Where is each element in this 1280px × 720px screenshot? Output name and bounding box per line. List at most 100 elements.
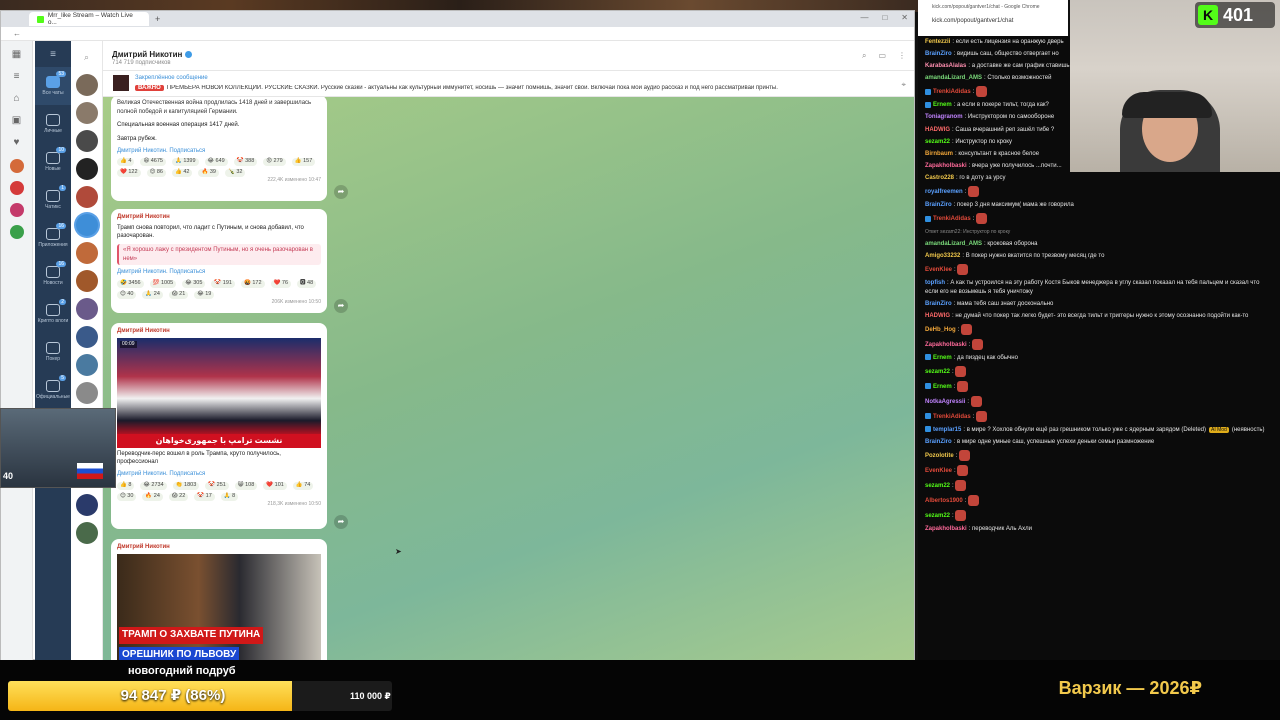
reaction-chip[interactable]: 🙏 1399 [171, 158, 199, 167]
subscribe-link[interactable]: Дмитрий Никотин. Подписаться [117, 268, 321, 277]
post-video-thumbnail[interactable]: ТРАМП О ЗАХВАТЕ ПУТИНА ОРЕШНИК ПО ЛЬВОВУ [117, 553, 321, 671]
chat-username[interactable]: KarabasAlalas [925, 63, 966, 69]
close-icon[interactable]: ✕ [901, 13, 908, 22]
chat-username[interactable]: BrainZiro [925, 439, 952, 445]
folder-item[interactable]: Новые 10 [35, 143, 71, 181]
chat-username[interactable]: Zapakholbaski [925, 342, 967, 348]
menu-icon[interactable]: ≡ [10, 71, 24, 85]
reaction-chip[interactable]: 😊 86 [146, 169, 166, 178]
channel-post[interactable]: Дмитрий Никотин Трамп снова повторил, чт… [111, 209, 327, 313]
reaction-chip[interactable]: 😂 649 [204, 158, 228, 167]
channel-post[interactable]: Великая Отечественная война продлилась 1… [111, 97, 327, 201]
reaction-chip[interactable]: 🔥 39 [198, 169, 219, 178]
reaction-chip[interactable]: 😊 30 [117, 492, 137, 501]
sidebar-toggle-icon[interactable]: ▭ [878, 51, 886, 61]
chat-avatar[interactable] [75, 74, 98, 96]
reaction-chip[interactable]: 😂 2734 [140, 481, 167, 490]
reaction-chip[interactable]: 👏 1803 [172, 481, 200, 490]
reaction-chip[interactable]: 🙏 24 [142, 291, 163, 300]
chat-username[interactable]: Zapakholbaski [925, 163, 967, 169]
chat-username[interactable]: topfish [925, 280, 945, 286]
chat-username[interactable]: amandaLizard_AMS [925, 75, 982, 81]
chat-username[interactable]: Albertos1900 [925, 498, 963, 504]
chat-username[interactable]: HADWIG [925, 313, 950, 319]
reaction-chip[interactable]: 🤣 3456 [117, 280, 144, 289]
reaction-chip[interactable]: 😂 305 [182, 280, 206, 289]
reaction-chip[interactable]: 😂 19 [194, 291, 215, 300]
reaction-chip[interactable]: 🍾 32 [224, 169, 246, 178]
chat-username[interactable]: Castro228 [925, 175, 954, 181]
chat-username[interactable]: Amigo33232 [925, 253, 960, 259]
chat-avatar[interactable] [75, 354, 98, 376]
chat-username[interactable]: Fentezzii [925, 39, 950, 45]
menu-icon[interactable]: ≡ [35, 41, 71, 67]
url-bar[interactable]: kick.com/popout/gantver1/chat [932, 18, 1013, 24]
chat-avatar[interactable] [75, 130, 98, 152]
chat-username[interactable]: BrainZiro [925, 51, 952, 57]
reaction-chip[interactable]: 💯 1005 [149, 280, 177, 289]
video-player[interactable]: 00:09 نشست ترامپ با جمهوری‌خواهان [117, 337, 321, 448]
chat-avatar[interactable] [75, 270, 98, 292]
chat-username[interactable]: templar15 [933, 427, 961, 433]
more-options-icon[interactable]: ⋮ [898, 51, 906, 61]
reaction-chip[interactable]: 👍 157 [291, 158, 316, 167]
pinned-message-bar[interactable]: Закреплённое сообщение ВАЖНО ПРЕМЬЕРА НОВ… [103, 71, 914, 97]
reaction-chip[interactable]: ❤️ 76 [270, 280, 292, 289]
channel-post[interactable]: Дмитрий Никотин ТРАМП О ЗАХВАТЕ ПУТИНА О… [111, 539, 327, 671]
new-tab-button[interactable]: + [155, 14, 160, 24]
folder-item[interactable]: Крипто влоги 2 [35, 295, 71, 333]
minimize-icon[interactable]: — [860, 13, 868, 22]
briefcase-icon[interactable]: ▣ [10, 115, 24, 129]
tab-stream[interactable]: Mrr_like Stream – Watch Live o... [29, 12, 149, 26]
reaction-chip[interactable]: 👍 42 [171, 169, 193, 178]
chat-avatar[interactable] [75, 382, 98, 404]
reaction-chip[interactable]: 👍 4 [117, 158, 135, 167]
reaction-chip[interactable]: 🤡 388 [233, 158, 258, 167]
channel-post[interactable]: Дмитрий Никотин 00:09 نشست ترامپ با جمهو… [111, 323, 327, 529]
chat-avatar[interactable] [75, 326, 98, 348]
apps-grid-icon[interactable]: ▦ [10, 49, 24, 63]
reaction-chip[interactable]: 🅾 48 [297, 280, 317, 289]
forward-icon[interactable]: ➦ [334, 185, 348, 199]
chat-avatar[interactable] [75, 186, 98, 208]
reaction-chip[interactable]: 🔥 24 [142, 492, 163, 501]
chat-username[interactable]: EvenKlee [925, 468, 952, 474]
pin-list-icon[interactable]: ⌖ [901, 80, 906, 90]
maximize-icon[interactable]: □ [882, 13, 887, 22]
chat-avatar[interactable] [75, 494, 98, 516]
reaction-chip[interactable]: 👍 74 [292, 481, 314, 490]
chat-username[interactable]: amandaLizard_AMS [925, 241, 982, 247]
chat-username[interactable]: TrenkiAdidas [933, 89, 971, 95]
chat-username[interactable]: TrenkiAdidas [933, 216, 971, 222]
folder-item[interactable]: Все чаты 53 [35, 67, 71, 105]
chat-username[interactable]: sezam22 [925, 513, 950, 519]
search-icon[interactable]: ⌕ [76, 46, 98, 68]
reaction-chip[interactable]: 😱 22 [168, 492, 189, 501]
folder-item[interactable]: Приложения 16 [35, 219, 71, 257]
chat-username[interactable]: Pozolotite [925, 453, 954, 459]
reaction-chip[interactable]: 😡 279 [263, 158, 286, 167]
reaction-chip[interactable]: 🤬 172 [240, 280, 265, 289]
folder-item[interactable]: Новости 16 [35, 257, 71, 295]
chat-username[interactable]: sezam22 [925, 369, 950, 375]
chat-username[interactable]: sezam22 [925, 483, 950, 489]
reaction-chip[interactable]: 😱 21 [168, 291, 189, 300]
folder-item[interactable]: Покер [35, 333, 71, 371]
avatar[interactable] [9, 203, 24, 217]
chat-username[interactable]: EvenKlee [925, 267, 952, 273]
reaction-chip[interactable]: ❤️ 122 [117, 169, 141, 178]
reaction-chip[interactable]: 🤡 191 [211, 280, 235, 289]
home-icon[interactable]: ⌂ [10, 93, 24, 107]
chat-username[interactable]: Toniagranom [925, 114, 963, 120]
reaction-chip[interactable]: 🤡 251 [205, 481, 229, 490]
chat-avatar[interactable] [75, 298, 98, 320]
chat-avatar-active[interactable] [75, 214, 98, 236]
avatar[interactable] [9, 181, 24, 195]
folder-item[interactable]: Чатикс 1 [35, 181, 71, 219]
chat-username[interactable]: Birnbaum [925, 151, 953, 157]
subscribe-link[interactable]: Дмитрий Никотин. Подписаться [117, 470, 321, 479]
chat-messages-area[interactable]: Великая Отечественная война продлилась 1… [103, 97, 914, 671]
forward-icon[interactable]: ➦ [334, 299, 348, 313]
chat-username[interactable]: BrainZiro [925, 301, 952, 307]
avatar[interactable] [9, 159, 24, 173]
